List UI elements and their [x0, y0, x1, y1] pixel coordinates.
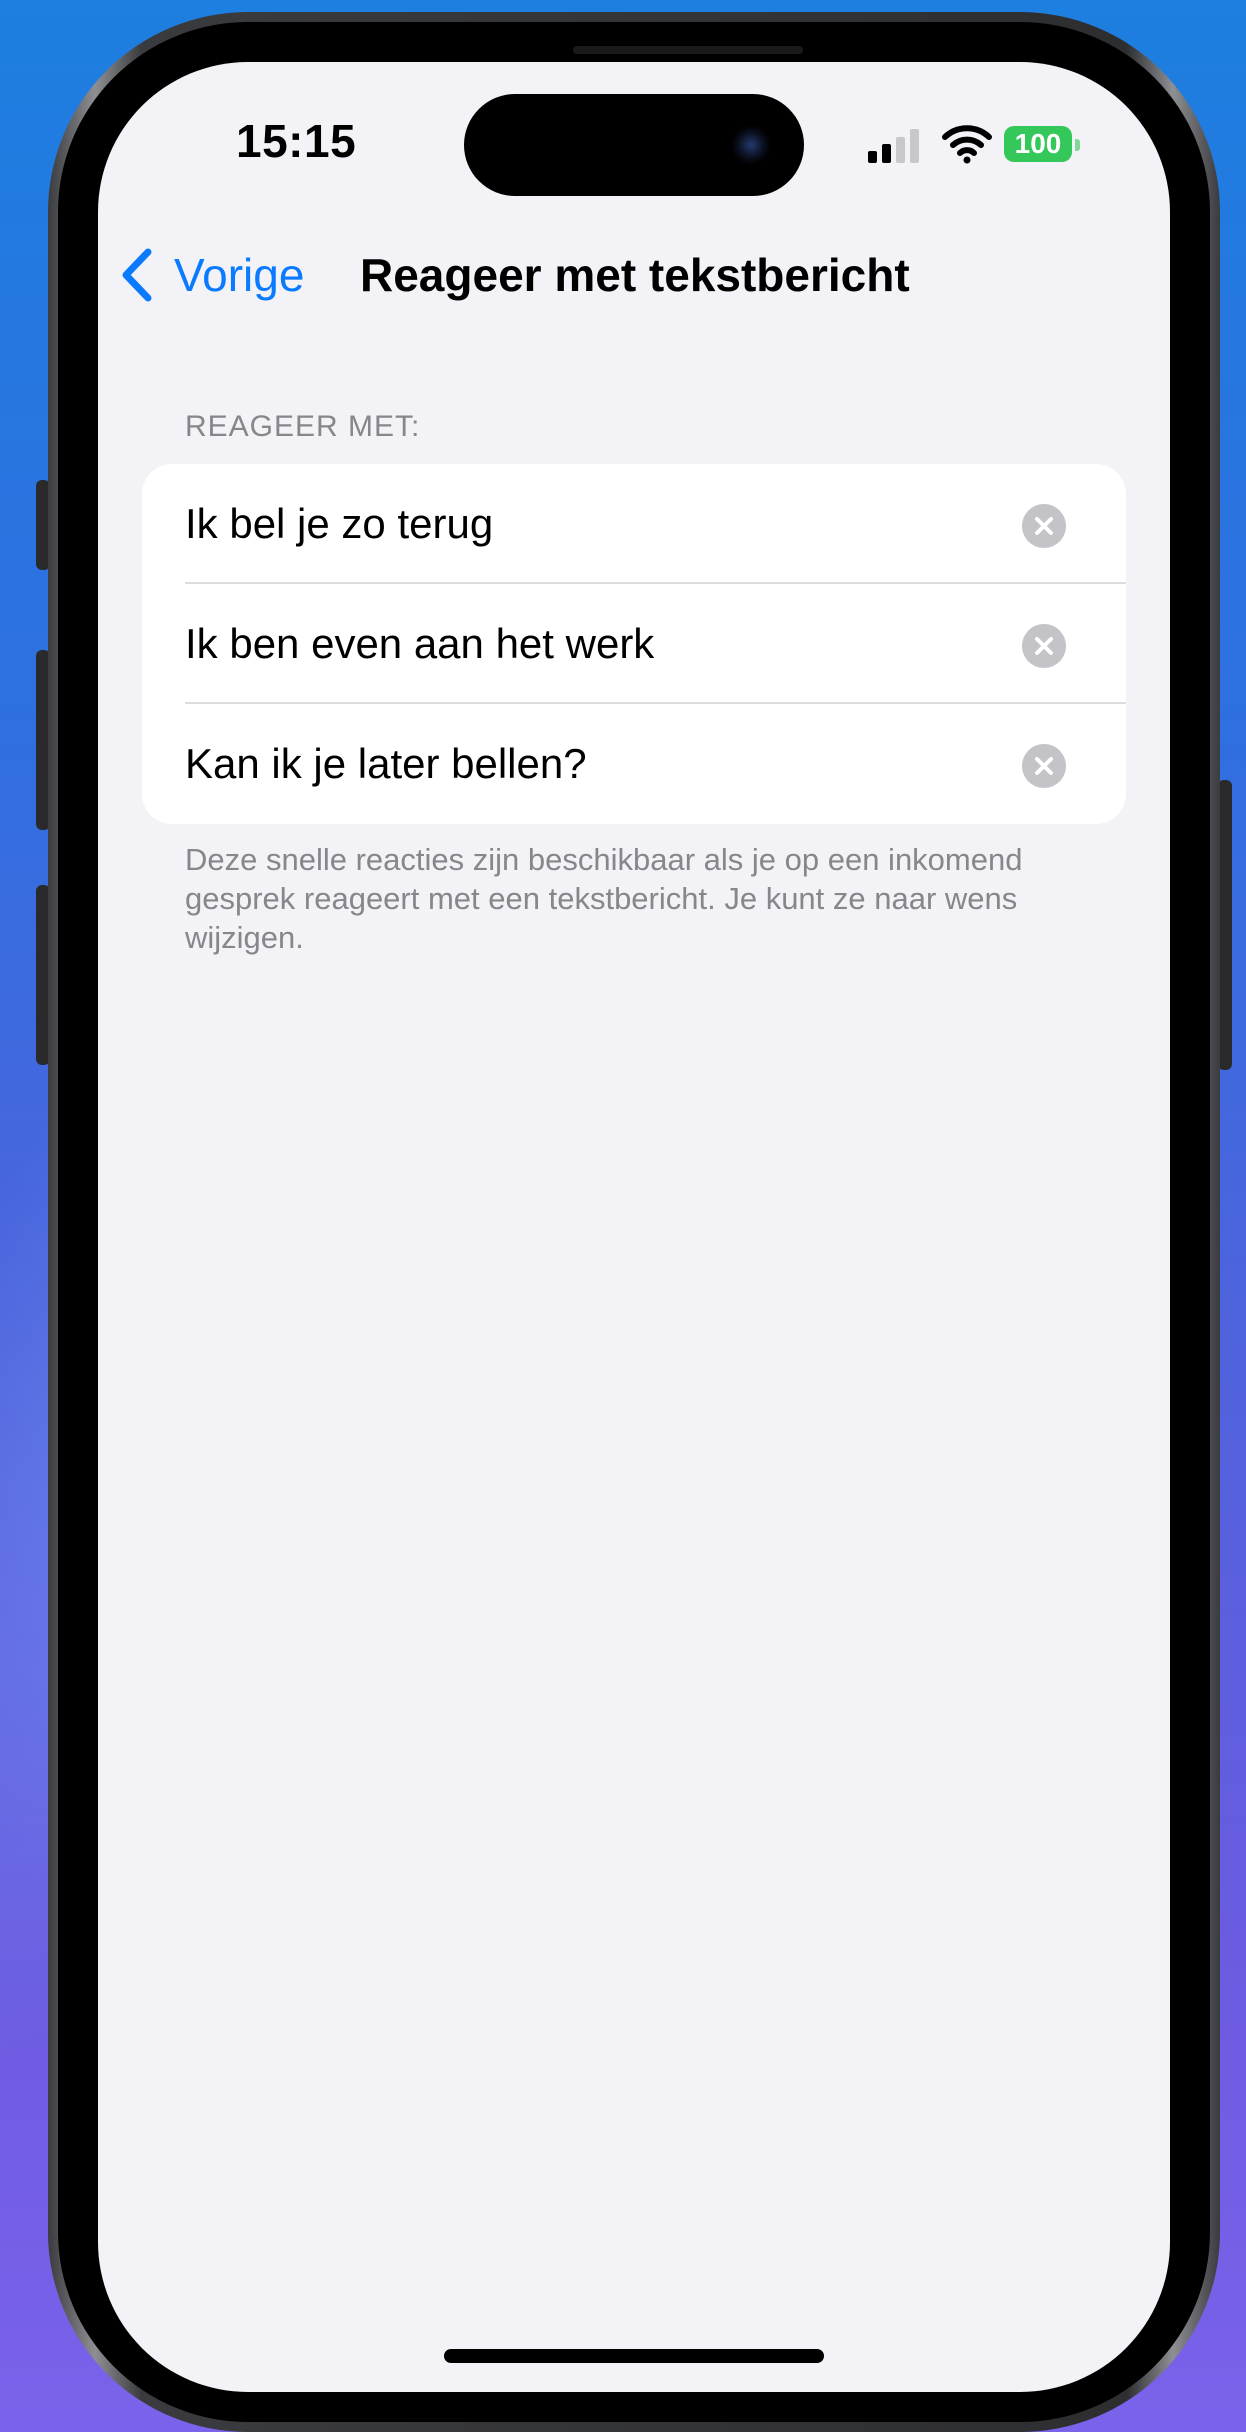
back-button[interactable]: Vorige — [118, 240, 304, 310]
clear-x-icon — [1035, 637, 1053, 655]
clear-text-button[interactable] — [1022, 624, 1066, 668]
clear-text-button[interactable] — [1022, 744, 1066, 788]
battery-icon: 100 — [1004, 126, 1072, 162]
status-time: 15:15 — [236, 115, 357, 167]
section-footer: Deze snelle reacties zijn beschikbaar al… — [185, 842, 1023, 955]
power-button — [1218, 780, 1232, 1070]
page-title: Reageer met tekstbericht — [360, 249, 910, 301]
battery-level: 100 — [1014, 128, 1062, 159]
section-header: REAGEER MET: — [185, 410, 421, 443]
phone-screen: 15:15 100 Vorige Reageer met tekstberich… — [98, 62, 1170, 2392]
clear-x-icon — [1035, 517, 1053, 535]
front-camera — [731, 125, 771, 165]
quick-reply-text-field[interactable]: Ik bel je zo terug — [185, 500, 493, 548]
home-indicator[interactable] — [444, 2349, 824, 2363]
quick-reply-row[interactable]: Ik ben even aan het werk — [142, 584, 1126, 704]
earpiece-speaker — [573, 46, 803, 54]
quick-reply-text-field[interactable]: Ik ben even aan het werk — [185, 620, 654, 668]
clear-text-button[interactable] — [1022, 504, 1066, 548]
back-button-label: Vorige — [174, 249, 305, 301]
wifi-icon — [942, 125, 992, 164]
quick-reply-list: Ik bel je zo terug Ik ben even aan het w… — [142, 464, 1126, 824]
chevron-left-icon — [122, 248, 152, 302]
quick-reply-row[interactable]: Ik bel je zo terug — [142, 464, 1126, 584]
cellular-signal-icon — [868, 129, 919, 163]
quick-reply-text-field[interactable]: Kan ik je later bellen? — [185, 740, 587, 788]
quick-reply-row[interactable]: Kan ik je later bellen? — [142, 704, 1126, 824]
battery-cap — [1075, 139, 1080, 151]
clear-x-icon — [1035, 757, 1053, 775]
